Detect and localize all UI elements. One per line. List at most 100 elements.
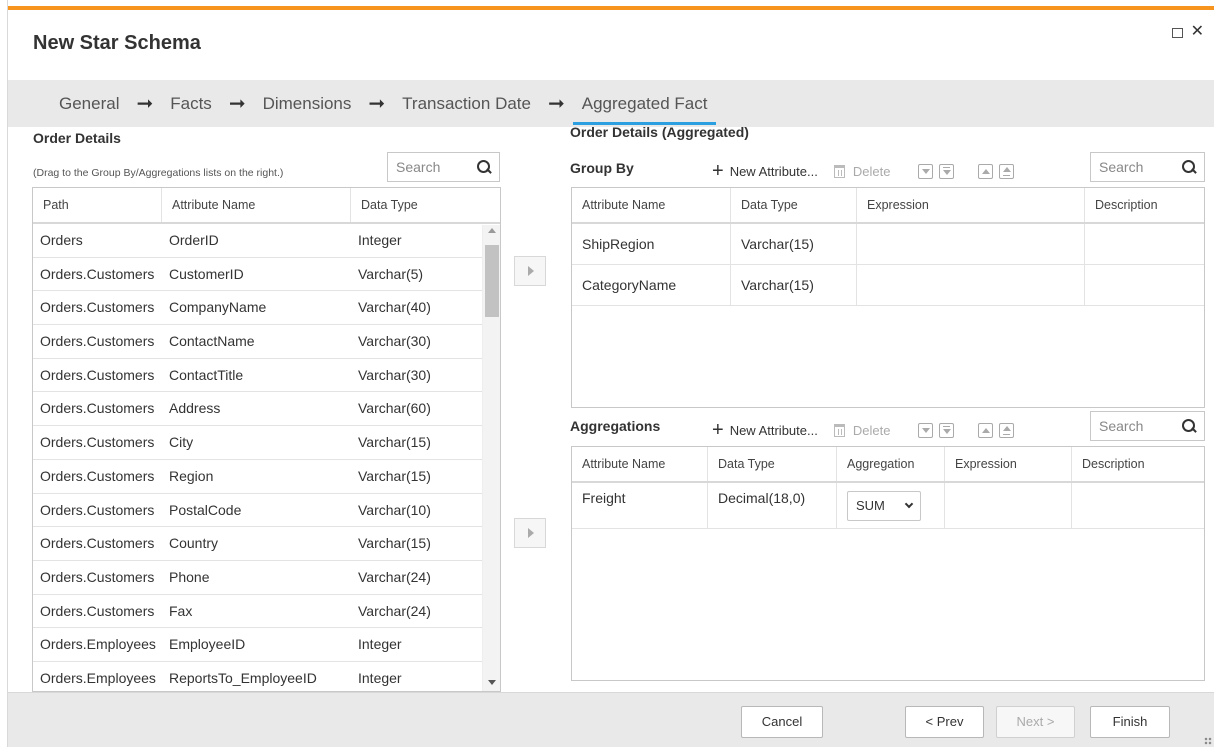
table-row[interactable]: Orders.Customers ContactName Varchar(30) (33, 325, 500, 359)
description-cell[interactable] (1085, 224, 1204, 264)
table-row[interactable]: Orders.Customers CustomerID Varchar(5) (33, 258, 500, 292)
move-down-icon[interactable] (918, 163, 934, 179)
column-header-description[interactable]: Description (1085, 188, 1204, 222)
attribute-name-cell[interactable]: Freight (572, 483, 708, 528)
column-header-data-type[interactable]: Data Type (708, 447, 837, 481)
search-icon (477, 160, 491, 174)
table-row[interactable]: Orders.Customers Region Varchar(15) (33, 460, 500, 494)
move-up-icon[interactable] (978, 422, 994, 438)
step-general[interactable]: General (56, 80, 122, 127)
path-cell: Orders.Employees (40, 636, 156, 653)
description-cell[interactable] (1072, 483, 1204, 528)
table-row[interactable]: Orders.Customers Country Varchar(15) (33, 527, 500, 561)
table-row[interactable]: CategoryName Varchar(15) (572, 265, 1204, 306)
resize-grip-icon[interactable] (1204, 737, 1212, 745)
step-aggregated-fact[interactable]: Aggregated Fact (572, 80, 717, 127)
path-cell: Orders.Customers (40, 333, 155, 350)
dialog-title: New Star Schema (33, 32, 201, 54)
table-row[interactable]: Orders.Customers Fax Varchar(24) (33, 595, 500, 629)
attribute-name-cell[interactable]: ShipRegion (572, 224, 731, 264)
expression-cell[interactable] (857, 265, 1085, 305)
move-up-icon[interactable] (978, 163, 994, 179)
prev-button[interactable]: < Prev (905, 706, 984, 738)
arrow-right-icon: ➞ (136, 93, 154, 115)
column-header-expression[interactable]: Expression (945, 447, 1072, 481)
group-by-new-attribute-button[interactable]: + New Attribute... (712, 160, 818, 182)
data-type-cell[interactable]: Decimal(18,0) (708, 483, 837, 528)
star-schema-dialog: New Star Schema ✕ General ➞ Facts ➞ Dime… (8, 10, 1214, 747)
column-header-data-type[interactable]: Data Type (731, 188, 857, 222)
path-cell: Orders.Customers (40, 535, 155, 552)
attribute-name-cell[interactable]: CategoryName (572, 265, 731, 305)
data-type-cell: Varchar(24) (358, 568, 431, 585)
aggregations-new-attribute-button[interactable]: + New Attribute... (712, 420, 818, 440)
step-transaction-date[interactable]: Transaction Date (399, 80, 534, 127)
table-row[interactable]: ShipRegion Varchar(15) (572, 224, 1204, 265)
group-by-search-input[interactable]: Search (1090, 152, 1205, 182)
table-row[interactable]: Orders OrderID Integer (33, 224, 500, 258)
attribute-name-cell: CompanyName (169, 299, 267, 316)
data-type-cell: Varchar(10) (358, 501, 431, 518)
path-cell: Orders.Customers (40, 467, 155, 484)
move-to-top-icon[interactable] (999, 422, 1015, 438)
aggregations-delete-button[interactable]: Delete (833, 423, 890, 438)
data-type-cell: Varchar(24) (358, 602, 431, 619)
table-row[interactable]: Freight Decimal(18,0) SUM (572, 483, 1204, 529)
trash-icon (833, 423, 845, 437)
table-row[interactable]: Orders.Employees ReportsTo_EmployeeID Inte… (33, 662, 500, 691)
vertical-scrollbar[interactable] (482, 225, 500, 691)
description-cell[interactable] (1085, 265, 1204, 305)
table-row[interactable]: Orders.Employees EmployeeID Integer (33, 628, 500, 662)
add-to-aggregations-button[interactable] (514, 518, 546, 548)
scroll-thumb[interactable] (485, 245, 499, 317)
data-type-cell[interactable]: Varchar(15) (731, 265, 857, 305)
column-header-path[interactable]: Path (33, 188, 162, 222)
group-by-table: Attribute Name Data Type Expression Desc… (571, 187, 1205, 408)
column-header-data-type[interactable]: Data Type (351, 188, 500, 222)
expression-cell[interactable] (857, 224, 1085, 264)
column-header-attribute-name[interactable]: Attribute Name (572, 188, 731, 222)
cancel-button[interactable]: Cancel (741, 706, 823, 738)
move-down-icon[interactable] (918, 422, 934, 438)
column-header-description[interactable]: Description (1072, 447, 1204, 481)
move-to-bottom-icon[interactable] (939, 422, 955, 438)
scroll-up-icon[interactable] (488, 228, 496, 233)
table-row[interactable]: Orders.Customers City Varchar(15) (33, 426, 500, 460)
aggregations-search-input[interactable]: Search (1090, 411, 1205, 441)
table-row[interactable]: Orders.Customers PostalCode Varchar(10) (33, 494, 500, 528)
close-icon[interactable]: ✕ (1191, 24, 1204, 40)
plus-icon: + (712, 160, 724, 182)
attribute-name-cell: EmployeeID (169, 636, 246, 653)
aggregations-toolbar: + New Attribute... Delete (712, 420, 1020, 440)
add-to-group-by-button[interactable] (514, 256, 546, 286)
table-row[interactable]: Orders.Customers CompanyName Varchar(40) (33, 291, 500, 326)
aggregation-select[interactable]: SUM (847, 491, 921, 521)
column-header-expression[interactable]: Expression (857, 188, 1085, 222)
move-to-bottom-icon[interactable] (939, 163, 955, 179)
column-header-attribute-name[interactable]: Attribute Name (162, 188, 351, 222)
group-by-title: Group By (570, 160, 634, 176)
table-row[interactable]: Orders.Customers ContactTitle Varchar(30) (33, 359, 500, 393)
source-search-input[interactable]: Search (387, 152, 500, 182)
table-row[interactable]: Orders.Customers Phone Varchar(24) (33, 561, 500, 595)
step-dimensions[interactable]: Dimensions (260, 80, 355, 127)
finish-button[interactable]: Finish (1090, 706, 1170, 738)
step-facts[interactable]: Facts (167, 80, 215, 127)
scroll-down-icon[interactable] (488, 680, 496, 685)
path-cell: Orders (40, 232, 83, 248)
column-header-aggregation[interactable]: Aggregation (837, 447, 945, 481)
data-type-cell: Integer (358, 232, 402, 248)
attribute-name-cell: ContactName (169, 333, 255, 350)
arrow-right-icon: ➞ (228, 93, 246, 115)
table-header: Attribute Name Data Type Aggregation Exp… (572, 447, 1204, 483)
table-row[interactable]: Orders.Customers Address Varchar(60) (33, 392, 500, 427)
group-by-delete-button[interactable]: Delete (833, 164, 890, 179)
data-type-cell[interactable]: Varchar(15) (731, 224, 857, 264)
column-header-attribute-name[interactable]: Attribute Name (572, 447, 708, 481)
table-body: ShipRegion Varchar(15) CategoryName Varchar… (572, 224, 1204, 306)
expression-cell[interactable] (945, 483, 1072, 528)
search-icon (1182, 419, 1196, 433)
maximize-icon[interactable] (1171, 28, 1183, 38)
next-button[interactable]: Next > (996, 706, 1075, 738)
move-to-top-icon[interactable] (999, 163, 1015, 179)
